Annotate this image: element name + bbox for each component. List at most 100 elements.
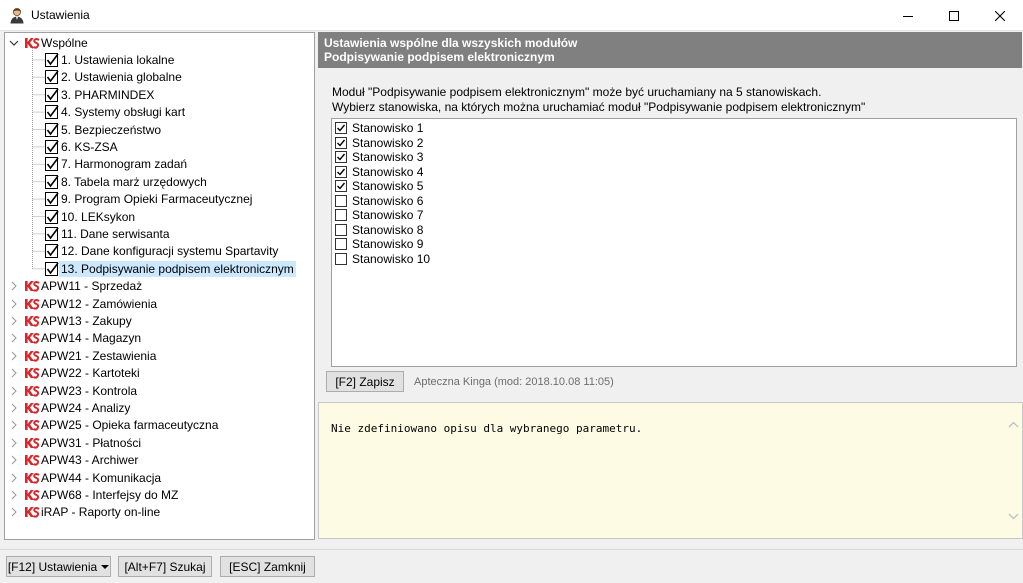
panel-info: Moduł "Podpisywanie podpisem elektronicz… bbox=[332, 85, 865, 115]
checked-page-icon bbox=[45, 157, 59, 172]
station-checkbox-row[interactable]: Stanowisko 1 bbox=[335, 121, 423, 135]
checked-page-icon bbox=[45, 139, 59, 154]
collapse-icon[interactable] bbox=[9, 38, 19, 48]
station-checkbox[interactable] bbox=[335, 194, 347, 207]
expand-icon[interactable] bbox=[9, 420, 19, 430]
checked-page-icon bbox=[45, 122, 59, 137]
tree-node-module[interactable]: APW21 - Zestawienia bbox=[9, 347, 156, 364]
tree-item-settings-12[interactable]: 12. Dane konfiguracji systemu Spartavity bbox=[45, 243, 278, 260]
close-button[interactable] bbox=[977, 0, 1023, 31]
station-checkbox-row[interactable]: Stanowisko 4 bbox=[335, 165, 423, 179]
expand-icon[interactable] bbox=[9, 386, 19, 396]
minimize-button[interactable] bbox=[885, 0, 931, 31]
station-checkbox[interactable] bbox=[335, 252, 347, 265]
save-button[interactable]: [F2] Zapisz bbox=[326, 371, 404, 392]
checked-page-icon bbox=[45, 52, 59, 67]
station-checkbox-row[interactable]: Stanowisko 2 bbox=[335, 136, 423, 150]
minimize-icon bbox=[903, 15, 913, 17]
tree-node-module[interactable]: APW11 - Sprzedaż bbox=[9, 278, 142, 295]
ks-logo-icon bbox=[25, 333, 40, 344]
settings-menu-button[interactable]: [F12] Ustawienia bbox=[6, 556, 111, 577]
search-button[interactable]: [Alt+F7] Szukaj bbox=[118, 556, 212, 577]
tree-node-label: APW43 - Archiwer bbox=[41, 453, 139, 468]
expand-icon[interactable] bbox=[9, 351, 19, 361]
tree-item-settings-9[interactable]: 9. Program Opieki Farmaceutycznej bbox=[45, 191, 252, 208]
expand-icon[interactable] bbox=[9, 455, 19, 465]
ks-logo-icon bbox=[25, 489, 40, 501]
expand-icon[interactable] bbox=[9, 281, 19, 291]
ks-logo-icon bbox=[25, 437, 40, 449]
checked-page-icon bbox=[45, 209, 59, 224]
station-list[interactable]: Stanowisko 1 Stanowisko 2 Stanowisko 3 Stan… bbox=[331, 118, 1017, 367]
scroll-down-icon[interactable] bbox=[1008, 513, 1019, 520]
tree-node-module[interactable]: APW22 - Kartoteki bbox=[9, 365, 140, 382]
station-checkbox-row[interactable]: Stanowisko 7 bbox=[335, 208, 423, 222]
ks-logo-icon bbox=[25, 472, 40, 484]
expand-icon[interactable] bbox=[9, 507, 19, 517]
station-checkbox[interactable] bbox=[335, 165, 347, 178]
ks-logo-icon bbox=[25, 350, 40, 362]
expand-icon[interactable] bbox=[9, 490, 19, 500]
tree-node-label: APW14 - Magazyn bbox=[41, 331, 142, 346]
checkmark-icon bbox=[337, 153, 346, 161]
tree-node-module[interactable]: APW68 - Interfejsy do MZ bbox=[9, 486, 178, 503]
settings-menu-label: [F12] Ustawienia bbox=[7, 559, 98, 574]
tree-node-module[interactable]: APW14 - Magazyn bbox=[9, 330, 141, 347]
tree-node-module[interactable]: APW43 - Archiwer bbox=[9, 452, 138, 469]
tree-node-label: iRAP - Raporty on-line bbox=[41, 505, 161, 520]
description-text: Nie zdefiniowano opisu dla wybranego par… bbox=[331, 422, 643, 435]
station-label: Stanowisko 3 bbox=[352, 150, 424, 165]
station-checkbox[interactable] bbox=[335, 122, 347, 134]
expand-icon[interactable] bbox=[9, 403, 19, 413]
station-checkbox-row[interactable]: Stanowisko 3 bbox=[335, 150, 423, 164]
tree-item-settings-11[interactable]: 11. Dane serwisanta bbox=[45, 225, 170, 242]
info-line-2: Wybierz stanowiska, na których można uru… bbox=[332, 100, 866, 114]
tree-node-module[interactable]: APW24 - Analizy bbox=[9, 399, 130, 416]
station-checkbox[interactable] bbox=[335, 151, 347, 164]
station-checkbox-row[interactable]: Stanowisko 10 bbox=[335, 252, 430, 266]
station-checkbox-row[interactable]: Stanowisko 9 bbox=[335, 237, 423, 251]
expand-icon[interactable] bbox=[9, 368, 19, 378]
tree-item-settings-3[interactable]: 3. PHARMINDEX bbox=[45, 86, 154, 103]
maximize-button[interactable] bbox=[931, 0, 977, 31]
scroll-up-icon[interactable] bbox=[1008, 421, 1019, 428]
station-label: Stanowisko 7 bbox=[352, 208, 424, 223]
station-checkbox-row[interactable]: Stanowisko 8 bbox=[335, 223, 423, 237]
tree-item-settings-10[interactable]: 10. LEKsykon bbox=[45, 208, 135, 225]
tree-item-settings-6[interactable]: 6. KS-ZSA bbox=[45, 138, 118, 155]
description-scrollbar[interactable] bbox=[1005, 403, 1022, 538]
settings-tree[interactable]: Wspólne 1. Ustawienia lokalne 2. Ustawieni… bbox=[4, 32, 315, 540]
tree-item-settings-2[interactable]: 2. Ustawienia globalne bbox=[45, 69, 182, 86]
tree-item-settings-8[interactable]: 8. Tabela marż urzędowych bbox=[45, 173, 207, 190]
tree-node-module[interactable]: APW13 - Zakupy bbox=[9, 312, 132, 329]
tree-node-module[interactable]: iRAP - Raporty on-line bbox=[9, 504, 160, 521]
station-checkbox[interactable] bbox=[335, 238, 347, 251]
tree-node-wspolne[interactable]: Wspólne bbox=[9, 34, 88, 51]
tree-node-module[interactable]: APW25 - Opieka farmaceutyczna bbox=[9, 417, 218, 434]
station-checkbox-row[interactable]: Stanowisko 5 bbox=[335, 179, 423, 193]
station-checkbox[interactable] bbox=[335, 180, 347, 193]
expand-icon[interactable] bbox=[9, 299, 19, 309]
tree-node-label: 6. KS-ZSA bbox=[61, 139, 118, 154]
panel-header-title: Ustawienia wspólne dla wszyskich modułów bbox=[324, 36, 578, 50]
tree-item-settings-5[interactable]: 5. Bezpieczeństwo bbox=[45, 121, 161, 138]
station-checkbox[interactable] bbox=[335, 136, 347, 149]
checked-page-icon bbox=[45, 105, 59, 120]
tree-item-settings-1[interactable]: 1. Ustawienia lokalne bbox=[45, 51, 174, 68]
tree-node-module[interactable]: APW12 - Zamówienia bbox=[9, 295, 157, 312]
expand-icon[interactable] bbox=[9, 316, 19, 326]
tree-item-settings-4[interactable]: 4. Systemy obsługi kart bbox=[45, 104, 185, 121]
expand-icon[interactable] bbox=[9, 473, 19, 483]
tree-item-settings-7[interactable]: 7. Harmonogram zadań bbox=[45, 156, 187, 173]
tree-node-module[interactable]: APW44 - Komunikacja bbox=[9, 469, 161, 486]
tree-item-settings-13[interactable]: 13. Podpisywanie podpisem elektronicznym bbox=[45, 260, 296, 277]
tree-node-module[interactable]: APW23 - Kontrola bbox=[9, 382, 137, 399]
tree-node-label: 10. LEKsykon bbox=[61, 209, 136, 224]
station-checkbox-row[interactable]: Stanowisko 6 bbox=[335, 194, 423, 208]
close-window-button[interactable]: [ESC] Zamknij bbox=[220, 556, 315, 577]
station-checkbox[interactable] bbox=[335, 223, 347, 236]
station-checkbox[interactable] bbox=[335, 209, 347, 222]
expand-icon[interactable] bbox=[9, 333, 19, 343]
expand-icon[interactable] bbox=[9, 438, 19, 448]
tree-node-module[interactable]: APW31 - Płatności bbox=[9, 434, 141, 451]
